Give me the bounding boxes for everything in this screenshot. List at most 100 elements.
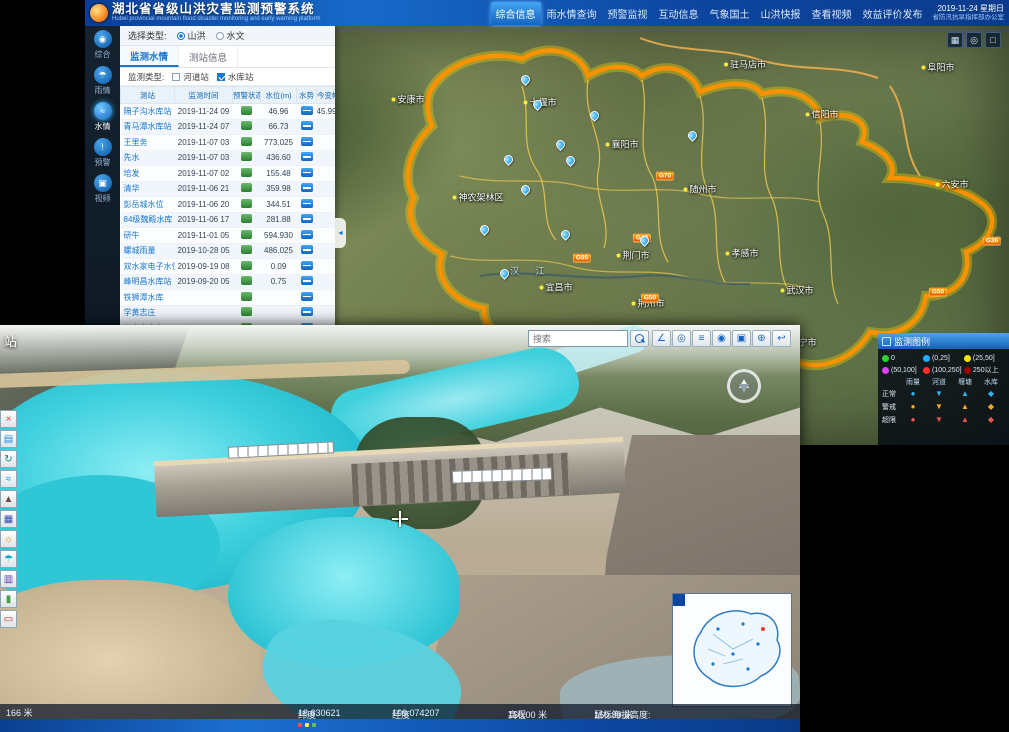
trend-cell: [297, 150, 317, 166]
table-row[interactable]: 青马潭水库站 2019-11-24 07 66.73: [121, 119, 336, 135]
table-row[interactable]: 峰明昌水库站 2019-09-20 05 0.75: [121, 274, 336, 290]
radio-label: 山洪: [188, 29, 206, 42]
side-tool-button[interactable]: ☂: [0, 550, 17, 568]
status-normal-badge: [241, 214, 252, 223]
side-tool-button[interactable]: ≈: [0, 470, 17, 488]
compass-control[interactable]: [727, 369, 761, 403]
sidebar-item-label: 综合: [95, 49, 111, 60]
station-type-checkbox[interactable]: 水库站: [217, 71, 254, 83]
monitor-time-cell: 2019-11-06 21: [175, 181, 233, 197]
table-row[interactable]: 学黄志庄: [121, 305, 336, 321]
sidebar-item[interactable]: ☂ 雨情: [85, 62, 120, 98]
nav-item[interactable]: 山洪快报: [756, 2, 806, 25]
map-city-label: 驻马店市: [724, 58, 766, 71]
search-button[interactable]: [630, 330, 649, 347]
legend-header-icon: [882, 337, 891, 346]
nav-item[interactable]: 预警监视: [603, 2, 653, 25]
status-normal-badge: [241, 276, 252, 285]
side-tool-button[interactable]: ▮: [0, 590, 17, 608]
table-row[interactable]: 王里务 2019-11-07 03 773.025: [121, 135, 336, 151]
sidebar-item[interactable]: ≈ 水情: [85, 98, 120, 134]
side-tool-button[interactable]: ▲: [0, 490, 17, 508]
trend-steady-icon: [301, 199, 313, 208]
filter-radio-option[interactable]: 水文: [216, 29, 245, 42]
nav-item[interactable]: 查看视频: [807, 2, 857, 25]
panel-collapse-handle[interactable]: ◄: [335, 218, 346, 248]
side-tool-button[interactable]: ×: [0, 410, 17, 428]
side-tool-button[interactable]: ↻: [0, 450, 17, 468]
legend-column-headers: 雨量河道堰塘水库: [882, 377, 1005, 387]
legend-header[interactable]: 监测图例: [878, 333, 1009, 349]
scale-readout: 166 米: [6, 706, 33, 719]
app-title-block: 湖北省省级山洪灾害监测预警系统 Hubei provincial mountai…: [112, 3, 320, 22]
table-row[interactable]: 螺城雨量 2019-10-28 05 486.025: [121, 243, 336, 259]
table-row[interactable]: 研牛 2019-11-01 05 594.930: [121, 228, 336, 244]
nav-item[interactable]: 互动信息: [654, 2, 704, 25]
viewer-tool-button[interactable]: ≡: [692, 330, 711, 347]
nav-item[interactable]: 效益评价发布: [858, 2, 928, 25]
legend-rain-icon: ●: [900, 389, 926, 398]
legend-rain-icon: ●: [900, 402, 926, 411]
side-tool-button[interactable]: ▥: [0, 570, 17, 588]
side-tool-button[interactable]: ☼: [0, 530, 17, 548]
sidebar-item[interactable]: ▣ 视频: [85, 170, 120, 206]
panel-tab[interactable]: 监测水情: [120, 46, 179, 67]
water-level-cell: 0.09: [261, 259, 297, 275]
viewer-window[interactable]: 站 ∠◎≡◉▣⊕↩ ×▤↻≈▲▦☼☂▥▮▭ 166 米 纬度 18.630621…: [0, 325, 800, 732]
table-row[interactable]: 铁狮潭水库: [121, 290, 336, 306]
table-row[interactable]: 彭岳城水位 2019-11-06 20 344.51: [121, 197, 336, 213]
overview-minimap[interactable]: [672, 593, 792, 707]
sidebar-item[interactable]: ! 预警: [85, 134, 120, 170]
map-control-button[interactable]: □: [985, 32, 1001, 48]
filter-options: 山洪 水文: [177, 29, 245, 42]
rain-legend-label: (50,100]: [891, 367, 917, 374]
trend-cell: [297, 104, 317, 120]
side-tool-button[interactable]: ▭: [0, 610, 17, 628]
rain-legend-item: (100,250]: [923, 364, 964, 376]
station-type-checkbox[interactable]: 河道站: [172, 71, 209, 83]
current-date: 2019-11-24 星期日: [933, 4, 1005, 14]
sidebar-item[interactable]: ◉ 综合: [85, 26, 120, 62]
viewer-tool-button[interactable]: ∠: [652, 330, 671, 347]
table-row[interactable]: 先水 2019-11-07 03 436.60: [121, 150, 336, 166]
legend-river-icon: ▼: [926, 389, 952, 398]
table-row[interactable]: 84级魏殿水库 2019-11-06 17 281.88: [121, 212, 336, 228]
station-panel: 选择类型: 山洪 水文 监测水情测站信息 监测类型: 河道站 水库站: [120, 26, 335, 332]
change-cell: [317, 274, 336, 290]
table-header-cell: 水势: [297, 87, 317, 104]
status-cell: [233, 228, 261, 244]
viewer-tool-button[interactable]: ↩: [772, 330, 791, 347]
table-row[interactable]: 隔子沟水库站 2019-11-24 09 46.96 45.99: [121, 104, 336, 120]
water-level-cell: 594.930: [261, 228, 297, 244]
table-header-cell: 水位(m): [261, 87, 297, 104]
viewer-tool-button[interactable]: ▣: [732, 330, 751, 347]
viewer-tool-button[interactable]: ◉: [712, 330, 731, 347]
table-row[interactable]: 清华 2019-11-06 21 359.98: [121, 181, 336, 197]
trend-cell: [297, 243, 317, 259]
map-legend: 监测图例 0 (0,25] (25,50] (50,100]: [878, 333, 1009, 445]
station-type-label: 监测类型:: [128, 71, 164, 83]
nav-item[interactable]: 雨水情查询: [542, 2, 602, 25]
station-name-cell: 先水: [121, 150, 175, 166]
status-cell: [233, 135, 261, 151]
nav-item[interactable]: 气象国土: [705, 2, 755, 25]
nav-item[interactable]: 综合信息: [491, 2, 541, 25]
table-row[interactable]: 培发 2019-11-07 02 155.48: [121, 166, 336, 182]
legend-column-label: 堰塘: [952, 377, 978, 387]
viewer-tool-button[interactable]: ⊕: [752, 330, 771, 347]
panel-tab[interactable]: 测站信息: [179, 46, 238, 67]
side-tool-button[interactable]: ▤: [0, 430, 17, 448]
legend-dot-icon: [882, 367, 889, 374]
app-logo-icon: [90, 4, 108, 22]
table-row[interactable]: 双水家电子水位 2019-09-19 08 0.09: [121, 259, 336, 275]
type-filter-row: 选择类型: 山洪 水文: [120, 26, 335, 46]
search-input[interactable]: [528, 330, 628, 347]
map-control-button[interactable]: ◎: [966, 32, 982, 48]
side-tool-button[interactable]: ▦: [0, 510, 17, 528]
filter-radio-option[interactable]: 山洪: [177, 29, 206, 42]
page-subtitle: Hubei provincial mountain flood disaster…: [112, 16, 320, 22]
map-control-button[interactable]: ▦: [947, 32, 963, 48]
viewer-tool-button[interactable]: ◎: [672, 330, 691, 347]
status-normal-badge: [241, 245, 252, 254]
table-header-row: 测站监测时间预警状态水位(m)水势今变幅(m): [121, 87, 336, 104]
